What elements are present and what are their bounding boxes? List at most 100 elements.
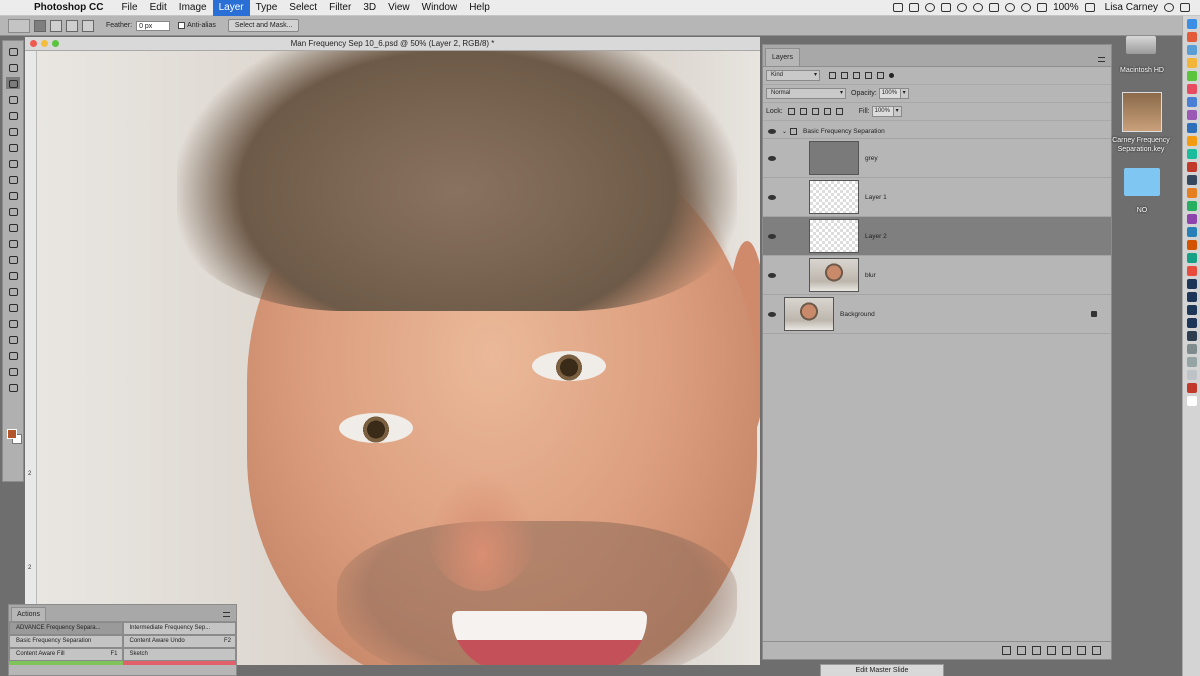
folder-label[interactable]: NO: [1112, 206, 1172, 215]
crop-tool-icon[interactable]: [6, 109, 20, 121]
app-icon[interactable]: [1186, 71, 1197, 81]
more-tools-icon[interactable]: [6, 381, 20, 393]
tray-icon[interactable]: [909, 3, 920, 12]
photoshop-icon[interactable]: [1186, 279, 1197, 289]
app-icon[interactable]: [1186, 32, 1197, 42]
marquee-tool-icon[interactable]: [6, 61, 20, 73]
zoom-window-button[interactable]: [52, 40, 59, 47]
gradient-tool-icon[interactable]: [6, 237, 20, 249]
menu-window[interactable]: Window: [416, 0, 464, 16]
eraser-tool-icon[interactable]: [6, 221, 20, 233]
visibility-eye-icon[interactable]: [768, 128, 776, 134]
action-button[interactable]: Content Aware Undo F2: [122, 635, 236, 648]
brush-tool-icon[interactable]: [6, 173, 20, 185]
filter-kind-select[interactable]: Kind: [766, 70, 820, 81]
opacity-dropdown-icon[interactable]: ▾: [900, 88, 909, 99]
battery-percent[interactable]: 100%: [1053, 2, 1079, 13]
opacity-input[interactable]: 100%: [878, 88, 901, 99]
link-layers-icon[interactable]: [1002, 646, 1011, 655]
lock-image-icon[interactable]: [799, 108, 807, 115]
eyedropper-tool-icon[interactable]: [6, 141, 20, 153]
filter-toggle-icon[interactable]: [889, 73, 894, 78]
app-icon[interactable]: [1186, 383, 1197, 393]
app-icon[interactable]: [1186, 188, 1197, 198]
photoshop-icon[interactable]: [1186, 305, 1197, 315]
filter-shape-icon[interactable]: [865, 72, 872, 79]
clock-icon[interactable]: [973, 3, 984, 12]
layer-group-row[interactable]: ⌄ Basic Frequency Separation: [763, 124, 1111, 139]
filter-type-icon[interactable]: [853, 72, 860, 79]
lasso-tool-icon[interactable]: [6, 77, 20, 89]
lock-artboard-icon[interactable]: [823, 108, 831, 115]
visibility-eye-icon[interactable]: [768, 272, 776, 278]
app-icon[interactable]: [1186, 240, 1197, 250]
app-icon[interactable]: [1186, 45, 1197, 55]
close-window-button[interactable]: [30, 40, 37, 47]
menu-select[interactable]: Select: [283, 0, 323, 16]
blend-mode-select[interactable]: Normal: [766, 88, 846, 99]
volume-icon[interactable]: [1037, 3, 1048, 12]
display-icon[interactable]: [893, 3, 904, 12]
app-icon[interactable]: [1186, 357, 1197, 367]
menu-list-icon[interactable]: [1180, 3, 1190, 12]
filter-adjustment-icon[interactable]: [841, 72, 848, 79]
filter-pixel-icon[interactable]: [829, 72, 836, 79]
document-title-bar[interactable]: Man Frequency Sep 10_6.psd @ 50% (Layer …: [25, 37, 760, 51]
photoshop-icon[interactable]: [1186, 318, 1197, 328]
magic-wand-tool-icon[interactable]: [6, 93, 20, 105]
airplay-icon[interactable]: [989, 3, 1000, 12]
visibility-eye-icon[interactable]: [768, 233, 776, 239]
screen-icon[interactable]: [941, 3, 952, 12]
fill-dropdown-icon[interactable]: ▾: [893, 106, 902, 117]
keynote-file-icon[interactable]: [1122, 92, 1162, 132]
menu-image[interactable]: Image: [173, 0, 213, 16]
layer-row-background[interactable]: Background: [763, 295, 1111, 334]
app-icon[interactable]: [1186, 201, 1197, 211]
app-icon[interactable]: [1186, 331, 1197, 341]
healing-brush-tool-icon[interactable]: [6, 157, 20, 169]
app-icon[interactable]: [1186, 227, 1197, 237]
wifi-icon[interactable]: [1021, 3, 1032, 12]
app-icon[interactable]: [1186, 175, 1197, 185]
app-icon[interactable]: [1186, 84, 1197, 94]
info-icon[interactable]: [957, 3, 968, 12]
layer-row-layer-2[interactable]: Layer 2: [763, 217, 1111, 256]
drive-label[interactable]: Macintosh HD: [1112, 66, 1172, 75]
foreground-color-swatch[interactable]: [7, 429, 17, 439]
image-canvas[interactable]: [37, 51, 760, 665]
visibility-eye-icon[interactable]: [768, 155, 776, 161]
file-label[interactable]: Carney Frequency Separation.key: [1108, 136, 1174, 154]
actions-tab[interactable]: Actions: [11, 607, 46, 621]
filter-smart-object-icon[interactable]: [877, 72, 884, 79]
menu-help[interactable]: Help: [463, 0, 496, 16]
menu-view[interactable]: View: [382, 0, 416, 16]
select-and-mask-button[interactable]: Select and Mask...: [227, 19, 300, 32]
add-mask-icon[interactable]: [1032, 646, 1041, 655]
action-button[interactable]: Basic Frequency Separation: [9, 635, 123, 648]
trash-icon[interactable]: [1092, 646, 1101, 655]
app-icon[interactable]: [1186, 123, 1197, 133]
new-group-icon[interactable]: [1062, 646, 1071, 655]
group-expand-icon[interactable]: ⌄: [782, 128, 787, 135]
frame-tool-icon[interactable]: [6, 125, 20, 137]
lock-all-icon[interactable]: [835, 108, 843, 115]
adjustment-layer-icon[interactable]: [1047, 646, 1056, 655]
blur-tool-icon[interactable]: [6, 253, 20, 265]
hand-tool-icon[interactable]: [6, 349, 20, 361]
layer-row-layer-1[interactable]: Layer 1: [763, 178, 1111, 217]
folder-icon[interactable]: [1124, 168, 1160, 196]
layer-row-blur[interactable]: blur: [763, 256, 1111, 295]
menu-type[interactable]: Type: [250, 0, 284, 16]
move-tool-icon[interactable]: [6, 45, 20, 57]
new-selection-icon[interactable]: [34, 19, 46, 32]
visibility-eye-icon[interactable]: [768, 194, 776, 200]
lasso-preset-icon[interactable]: [8, 18, 30, 33]
photoshop-icon[interactable]: [1186, 292, 1197, 302]
menu-filter[interactable]: Filter: [323, 0, 357, 16]
app-icon[interactable]: [1186, 396, 1197, 406]
minimize-window-button[interactable]: [41, 40, 48, 47]
search-icon[interactable]: [1164, 3, 1174, 12]
action-button[interactable]: Content Aware Fill F1: [9, 648, 123, 661]
app-icon[interactable]: [1186, 266, 1197, 276]
shape-tool-icon[interactable]: [6, 333, 20, 345]
